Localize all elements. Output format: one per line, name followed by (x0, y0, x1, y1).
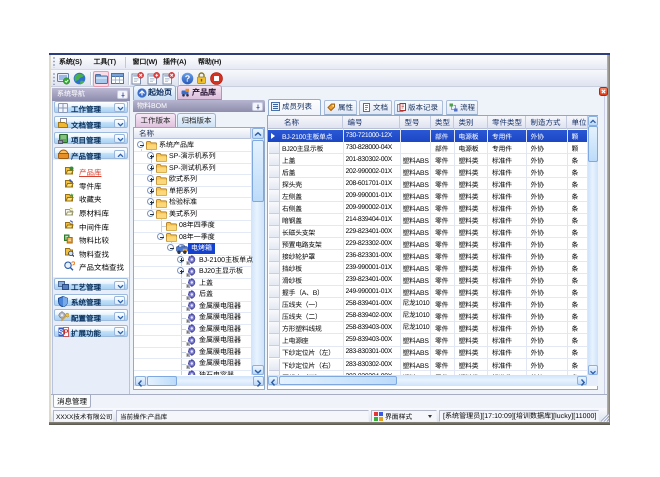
svg-text:?: ? (185, 74, 191, 84)
svg-text:P: P (63, 327, 68, 336)
